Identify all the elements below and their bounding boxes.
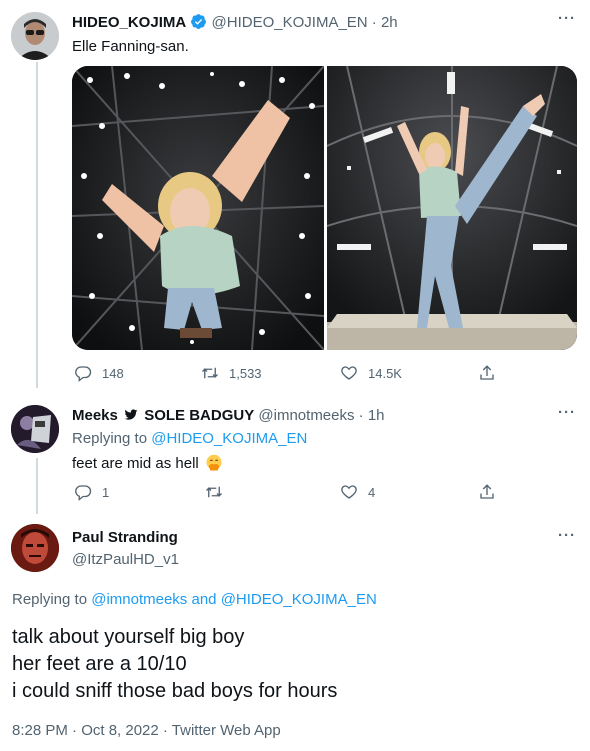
retweet-button[interactable]	[205, 483, 233, 501]
reply-icon	[75, 366, 92, 382]
display-name[interactable]: HIDEO_KOJIMA	[72, 14, 186, 31]
replying-to: Replying to @imnotmeeks and @HIDEO_KOJIM…	[12, 591, 377, 608]
photo-elle-fanning-kick	[327, 66, 577, 350]
display-name[interactable]: Paul Stranding	[72, 529, 178, 546]
tweet1-header: HIDEO_KOJIMA @HIDEO_KOJIMA_EN · 2h	[72, 13, 398, 34]
handle[interactable]: @imnotmeeks	[258, 407, 354, 424]
avatar-meeks[interactable]	[11, 405, 59, 453]
like-count: 14.5K	[368, 365, 402, 381]
reply-count: 148	[102, 365, 124, 381]
share-button[interactable]	[478, 364, 496, 382]
retweet-icon	[202, 367, 218, 379]
more-options-icon[interactable]: ···	[558, 404, 576, 421]
replying-prefix: Replying to	[12, 591, 88, 608]
share-icon	[480, 365, 494, 380]
photo-1[interactable]	[72, 66, 324, 350]
bird-icon	[124, 408, 138, 426]
replying-and: and	[191, 591, 217, 608]
retweet-icon	[206, 486, 222, 498]
timestamp[interactable]: · 1h	[359, 407, 385, 424]
tweet-text-line: her feet are a 10/10	[12, 653, 187, 675]
reply-button[interactable]: 148	[74, 364, 124, 382]
mention-link-kojima[interactable]: @HIDEO_KOJIMA_EN	[221, 591, 377, 608]
avatar-image	[11, 12, 59, 60]
share-button[interactable]	[478, 483, 496, 501]
like-count: 4	[368, 484, 376, 500]
reply-button[interactable]: 1	[74, 483, 109, 501]
photo-elle-fanning-hands	[72, 66, 324, 350]
display-name-suffix: SOLE BADGUY	[144, 407, 255, 424]
thread-line	[36, 458, 38, 514]
avatar-image	[11, 405, 59, 453]
mention-link-meeks[interactable]: @imnotmeeks	[91, 591, 187, 608]
handle[interactable]: @ItzPaulHD_v1	[72, 551, 179, 568]
reply-icon	[75, 485, 92, 501]
tweet-text: Elle Fanning-san.	[72, 38, 189, 55]
display-name[interactable]: Meeks	[72, 407, 118, 424]
tweet-timestamp[interactable]: 8:28 PM · Oct 8, 2022 · Twitter Web App	[12, 722, 281, 739]
verified-badge-icon	[190, 13, 207, 34]
more-options-icon[interactable]: ···	[558, 527, 576, 544]
tweet-text-content: feet are mid as hell	[72, 455, 199, 472]
avatar-paul-stranding[interactable]	[11, 524, 59, 572]
thread-line	[36, 62, 38, 388]
handle[interactable]: @HIDEO_KOJIMA_EN	[212, 14, 368, 31]
face-with-hand-over-mouth-emoji	[205, 454, 223, 476]
replying-to: Replying to @HIDEO_KOJIMA_EN	[72, 430, 307, 447]
tweet-text-line: i could sniff those bad boys for hours	[12, 680, 338, 702]
replying-prefix: Replying to	[72, 430, 148, 447]
avatar-image	[11, 524, 59, 572]
share-icon	[480, 484, 494, 499]
heart-icon	[341, 366, 357, 380]
photo-2[interactable]	[327, 66, 577, 350]
tweet-text: talk about yourself big boy her feet are…	[12, 624, 337, 705]
tweet-text-line: talk about yourself big boy	[12, 626, 245, 648]
mention-link[interactable]: @HIDEO_KOJIMA_EN	[151, 430, 307, 447]
timestamp[interactable]: · 2h	[372, 14, 398, 31]
avatar-hideo-kojima[interactable]	[11, 12, 59, 60]
like-button[interactable]: 4	[340, 483, 375, 501]
tweet2-header: Meeks SOLE BADGUY @imnotmeeks · 1h	[72, 407, 385, 426]
more-options-icon[interactable]: ···	[558, 10, 576, 27]
tweet-text: feet are mid as hell	[72, 454, 223, 476]
retweet-button[interactable]: 1,533	[201, 364, 262, 382]
heart-icon	[341, 485, 357, 499]
like-button[interactable]: 14.5K	[340, 364, 402, 382]
reply-count: 1	[102, 484, 110, 500]
retweet-count: 1,533	[229, 365, 262, 381]
